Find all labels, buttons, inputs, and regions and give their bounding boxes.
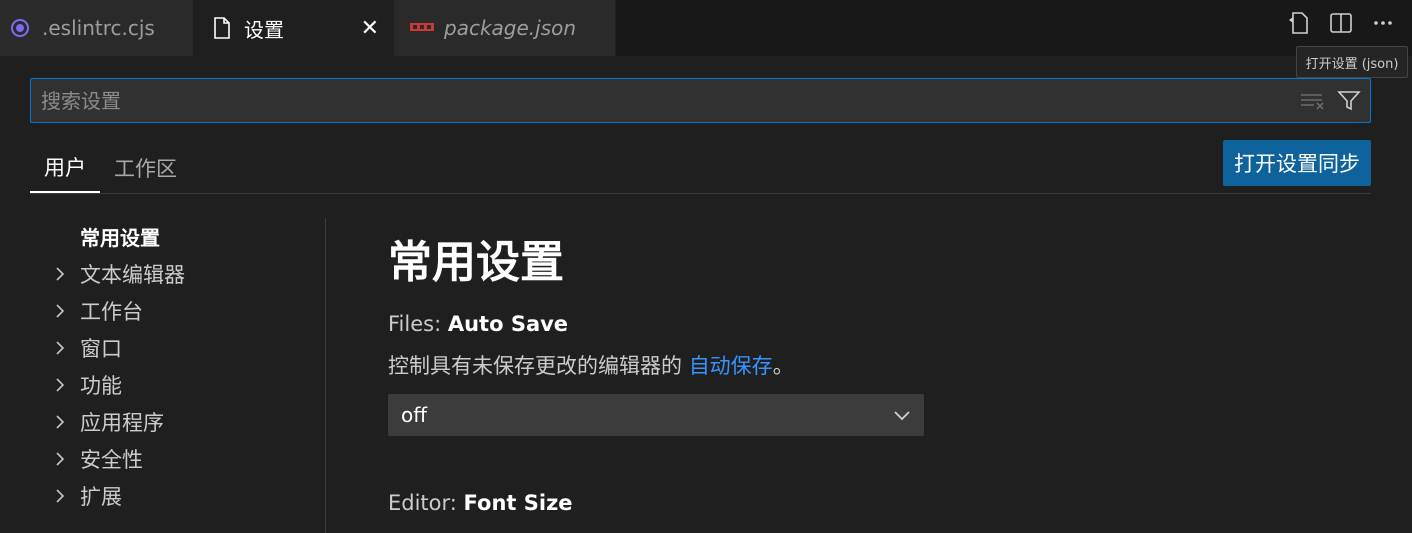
tab-bar: .eslintrc.cjs 设置 ✕ package.json: [0, 0, 1412, 56]
settings-toc: 常用设置 文本编辑器 工作台 窗口 功能 应用程序 安全性 扩展: [40, 218, 320, 514]
auto-save-select[interactable]: off: [388, 394, 924, 436]
setting-category: Editor:: [388, 491, 464, 515]
clear-filter-icon[interactable]: [1298, 86, 1328, 116]
toc-label: 工作台: [80, 299, 143, 324]
section-title: 常用设置: [388, 237, 564, 288]
npm-icon: [410, 16, 434, 40]
toc-label: 窗口: [80, 336, 122, 361]
chevron-right-icon: [40, 414, 80, 430]
tab-eslintrc[interactable]: .eslintrc.cjs: [0, 0, 194, 56]
toc-item-extensions[interactable]: 扩展: [40, 477, 320, 514]
chevron-right-icon: [40, 451, 80, 467]
chevron-down-icon: [893, 403, 911, 427]
toc-divider: [325, 218, 326, 533]
toc-item-features[interactable]: 功能: [40, 366, 320, 403]
file-icon: [210, 16, 234, 40]
chevron-right-icon: [40, 266, 80, 282]
toc-item-security[interactable]: 安全性: [40, 440, 320, 477]
tab-workspace[interactable]: 工作区: [100, 143, 191, 193]
setting-name: Font Size: [463, 491, 573, 515]
split-editor-icon[interactable]: [1326, 8, 1356, 38]
open-settings-json-icon[interactable]: [1284, 8, 1314, 38]
close-icon[interactable]: ✕: [361, 16, 379, 41]
tab-package-json[interactable]: package.json: [394, 0, 616, 56]
toc-label: 功能: [80, 373, 122, 398]
tab-label: package.json: [444, 16, 577, 40]
chevron-right-icon: [40, 303, 80, 319]
tab-label: .eslintrc.cjs: [42, 16, 155, 40]
toc-item-workbench[interactable]: 工作台: [40, 292, 320, 329]
tab-user[interactable]: 用户: [30, 143, 100, 193]
description-text: 控制具有未保存更改的编辑器的: [388, 354, 689, 378]
toc-label: 安全性: [80, 447, 143, 472]
filter-icon[interactable]: [1334, 86, 1364, 116]
toc-label: 应用程序: [80, 410, 164, 435]
tab-label: 设置: [244, 17, 284, 42]
tooltip: 打开设置 (json): [1296, 46, 1408, 78]
setting-title-font-size: Editor: Font Size: [388, 491, 573, 515]
open-settings-sync-button[interactable]: 打开设置同步: [1223, 140, 1371, 186]
editor-actions: [1284, 8, 1398, 38]
more-actions-icon[interactable]: [1368, 8, 1398, 38]
setting-name: Auto Save: [447, 312, 569, 336]
chevron-right-icon: [40, 488, 80, 504]
scope-tabs: 用户 工作区: [30, 143, 191, 193]
chevron-right-icon: [40, 340, 80, 356]
toc-item-text-editor[interactable]: 文本编辑器: [40, 255, 320, 292]
tab-settings[interactable]: 设置 ✕: [194, 0, 394, 56]
search-bar: [30, 78, 1371, 123]
setting-category: Files:: [388, 312, 448, 336]
toc-label: 扩展: [80, 484, 122, 509]
eslint-icon: [8, 16, 32, 40]
chevron-right-icon: [40, 377, 80, 393]
toc-item-window[interactable]: 窗口: [40, 329, 320, 366]
search-input[interactable]: [41, 88, 1298, 113]
auto-save-link[interactable]: 自动保存: [689, 354, 773, 378]
toc-label: 文本编辑器: [80, 262, 185, 287]
description-suffix: 。: [772, 354, 794, 378]
setting-title-auto-save: Files: Auto Save: [388, 312, 568, 336]
toc-item-commonly-used[interactable]: 常用设置: [40, 218, 320, 255]
settings-editor: .eslintrc.cjs 设置 ✕ package.json 打开设置 (js…: [0, 0, 1412, 533]
toc-item-application[interactable]: 应用程序: [40, 403, 320, 440]
divider: [30, 193, 1371, 194]
setting-description: 控制具有未保存更改的编辑器的 自动保存。: [388, 350, 794, 380]
select-value: off: [401, 403, 428, 427]
